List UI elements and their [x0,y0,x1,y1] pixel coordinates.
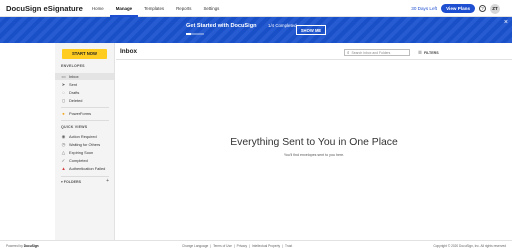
draft-icon: ◌ [62,90,65,95]
search-icon: ⌕ [347,50,350,55]
empty-state-subtitle: You'll find envelopes sent to you here. [283,153,345,157]
sidebar-item-label: Authentication Failed [69,166,106,171]
banner-title: Get Started with DocuSign [186,23,257,29]
sidebar-item-label: PowerForms [69,111,92,116]
sidebar-item-label: Action Required [69,134,97,139]
sidebar-item-inbox[interactable]: ▭ Inbox [55,73,114,80]
help-icon[interactable]: ? [479,5,486,12]
sidebar-divider [61,120,109,121]
footer-link-privacy[interactable]: Privacy [237,244,247,248]
footer-separator: | [249,244,250,248]
page-title: Inbox [120,48,138,55]
check-icon: ✓ [61,158,66,163]
sidebar-item-label: Drafts [69,90,80,95]
nav-reports[interactable]: Reports [170,0,197,17]
folders-label[interactable]: ▾ FOLDERS [61,180,81,184]
avatar[interactable]: ZT [490,3,500,14]
sidebar-divider [61,107,109,108]
clock-icon: ◷ [61,142,66,147]
footer-link-terms[interactable]: Terms of Use [213,244,232,248]
trial-days-left-link[interactable]: 30 Days Left [411,6,437,11]
banner-progress-bar [186,33,204,35]
nav-manage[interactable]: Manage [109,0,139,17]
quick-views-section-label: QUICK VIEWS [61,125,88,129]
main-content: Inbox ⌕ ☰ FILTERS Everything Sent to You… [116,43,512,240]
start-now-button[interactable]: START NOW [62,49,107,59]
powered-by-brand: DocuSign [23,244,39,248]
sidebar-item-label: Inbox [69,74,79,79]
footer-link-ip[interactable]: Intellectual Property [252,244,280,248]
view-plans-button[interactable]: View Plans [441,4,475,13]
sidebar-item-powerforms[interactable]: ● PowerForms [55,110,114,117]
show-me-button[interactable]: SHOW ME [296,25,326,35]
sidebar-divider [61,176,109,177]
trash-icon: ▯ [62,98,65,103]
footer-link-change-language[interactable]: Change Language [182,244,208,248]
powerforms-icon: ● [62,111,65,116]
sidebar-item-authentication-failed[interactable]: ▲ Authentication Failed [55,165,114,172]
alert-icon: ▲ [61,166,66,171]
warning-icon: △ [61,150,66,155]
banner-completed-count: 1/4 Completed [268,23,297,28]
empty-state-title: Everything Sent to You in One Place [230,137,398,148]
powered-by-prefix: Powered by [6,244,24,248]
sidebar-item-label: Waiting for Others [69,142,101,147]
send-icon: ➤ [61,82,66,87]
add-folder-icon[interactable]: + [106,179,109,184]
sidebar-item-label: Deleted [69,98,83,103]
nav-templates[interactable]: Templates [138,0,170,17]
docusign-logo[interactable]: DocuSign eSignature [6,4,86,13]
sidebar-item-action-required[interactable]: ◉ Action Required [55,133,114,140]
sidebar-item-drafts[interactable]: ◌ Drafts [55,89,114,96]
footer-separator: | [282,244,283,248]
nav-settings[interactable]: Settings [197,0,225,17]
header-divider [116,59,512,60]
top-navigation-bar: DocuSign eSignature Home Manage Template… [0,0,512,17]
account-area: 30 Days Left View Plans ? ZT [411,0,500,17]
get-started-banner: Get Started with DocuSign 1/4 Completed … [0,17,512,43]
action-required-icon: ◉ [61,134,66,139]
filters-button[interactable]: ☰ FILTERS [418,50,439,55]
powered-by: Powered by DocuSign [6,244,39,248]
search-box[interactable]: ⌕ [344,49,410,56]
footer-link-trust[interactable]: Trust [285,244,292,248]
close-icon[interactable]: × [504,19,508,26]
sidebar-item-label: Sent [69,82,78,87]
sidebar-item-sent[interactable]: ➤ Sent [55,81,114,88]
sidebar-item-waiting-for-others[interactable]: ◷ Waiting for Others [55,141,114,148]
sidebar-item-deleted[interactable]: ▯ Deleted [55,97,114,104]
envelopes-section-label: ENVELOPES [61,64,85,68]
banner-progress-fill [186,33,191,35]
search-input[interactable] [351,50,408,55]
main-nav: Home Manage Templates Reports Settings [86,0,225,17]
inbox-icon: ▭ [61,74,66,79]
folders-header[interactable]: ▾ FOLDERS + [61,179,109,184]
footer: Powered by DocuSign Change Language | Te… [0,240,512,250]
filters-label: FILTERS [423,50,439,55]
copyright-text: Copyright © 2020 DocuSign, Inc. All righ… [433,244,506,248]
sidebar-item-expiring-soon[interactable]: △ Expiring Soon [55,149,114,156]
sidebar: START NOW ENVELOPES ▭ Inbox ➤ Sent ◌ Dra… [55,43,115,240]
nav-home[interactable]: Home [86,0,110,17]
footer-separator: | [210,244,212,248]
sidebar-item-label: Expiring Soon [69,150,94,155]
footer-separator: | [233,244,235,248]
filter-icon: ☰ [418,50,422,55]
footer-links: Change Language | Terms of Use | Privacy… [182,244,292,248]
sidebar-item-completed[interactable]: ✓ Completed [55,157,114,164]
sidebar-item-label: Completed [69,158,88,163]
